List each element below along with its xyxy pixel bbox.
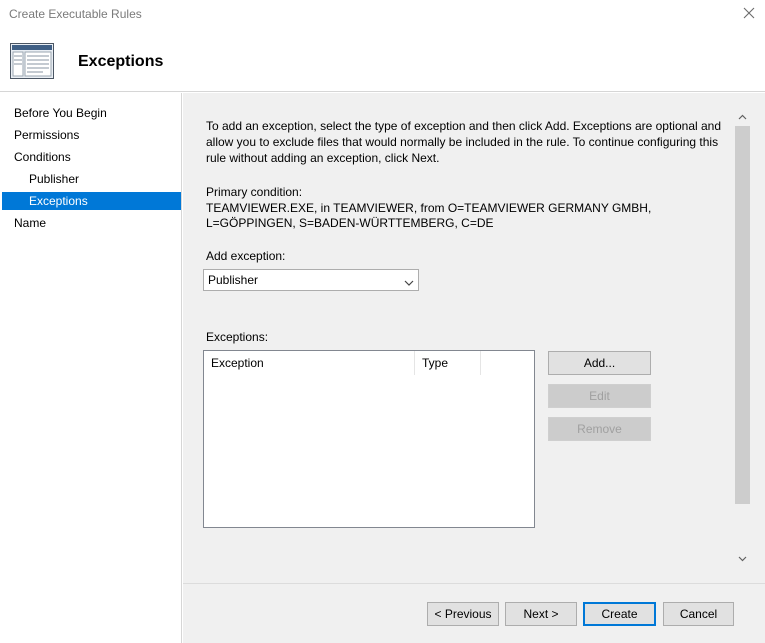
primary-condition-value: TEAMVIEWER.EXE, in TEAMVIEWER, from O=TE… — [206, 201, 652, 230]
page-title: Exceptions — [78, 53, 164, 70]
exceptions-list[interactable]: Exception Type — [203, 350, 535, 528]
sidebar-item-publisher[interactable]: Publisher — [2, 170, 181, 188]
window-title: Create Executable Rules — [9, 7, 142, 21]
content-area: To add an exception, select the type of … — [183, 93, 765, 643]
wizard-icon — [10, 43, 54, 79]
list-header: Exception Type — [204, 351, 534, 375]
remove-button[interactable]: Remove — [548, 417, 651, 441]
scroll-up-icon[interactable] — [738, 111, 747, 120]
edit-button[interactable]: Edit — [548, 384, 651, 408]
exceptions-label: Exceptions: — [206, 330, 269, 344]
title-bar: Create Executable Rules — [0, 0, 765, 30]
wizard-steps-sidebar: Before You Begin Permissions Conditions … — [0, 93, 182, 643]
create-executable-rules-window: Create Executable Rules Exceptions Befor… — [0, 0, 765, 643]
sidebar-item-name[interactable]: Name — [2, 214, 181, 232]
add-exception-label: Add exception: — [206, 249, 286, 263]
sidebar-item-conditions[interactable]: Conditions — [2, 148, 181, 166]
previous-button[interactable]: < Previous — [427, 602, 499, 626]
cancel-button[interactable]: Cancel — [663, 602, 734, 626]
scrollbar-thumb[interactable] — [735, 126, 750, 504]
wizard-footer: < Previous Next > Create Cancel — [183, 583, 765, 643]
add-exception-selected: Publisher — [208, 273, 259, 287]
exceptions-pane: To add an exception, select the type of … — [183, 93, 765, 583]
next-button[interactable]: Next > — [505, 602, 577, 626]
intro-text: To add an exception, select the type of … — [206, 119, 722, 165]
sidebar-item-exceptions[interactable]: Exceptions — [2, 192, 181, 210]
scroll-down-icon[interactable] — [738, 552, 747, 562]
column-header-exception[interactable]: Exception — [204, 351, 415, 375]
wizard-header: Exceptions — [0, 30, 765, 92]
create-button[interactable]: Create — [583, 602, 656, 626]
column-header-type[interactable]: Type — [415, 351, 481, 375]
vertical-scrollbar[interactable] — [734, 107, 751, 565]
chevron-down-icon — [404, 274, 414, 286]
sidebar-item-permissions[interactable]: Permissions — [2, 126, 181, 144]
primary-condition-label: Primary condition: — [206, 185, 303, 199]
sidebar-item-before-you-begin[interactable]: Before You Begin — [2, 104, 181, 122]
close-icon[interactable] — [741, 5, 757, 21]
add-button[interactable]: Add... — [548, 351, 651, 375]
add-exception-dropdown[interactable]: Publisher — [203, 269, 419, 291]
